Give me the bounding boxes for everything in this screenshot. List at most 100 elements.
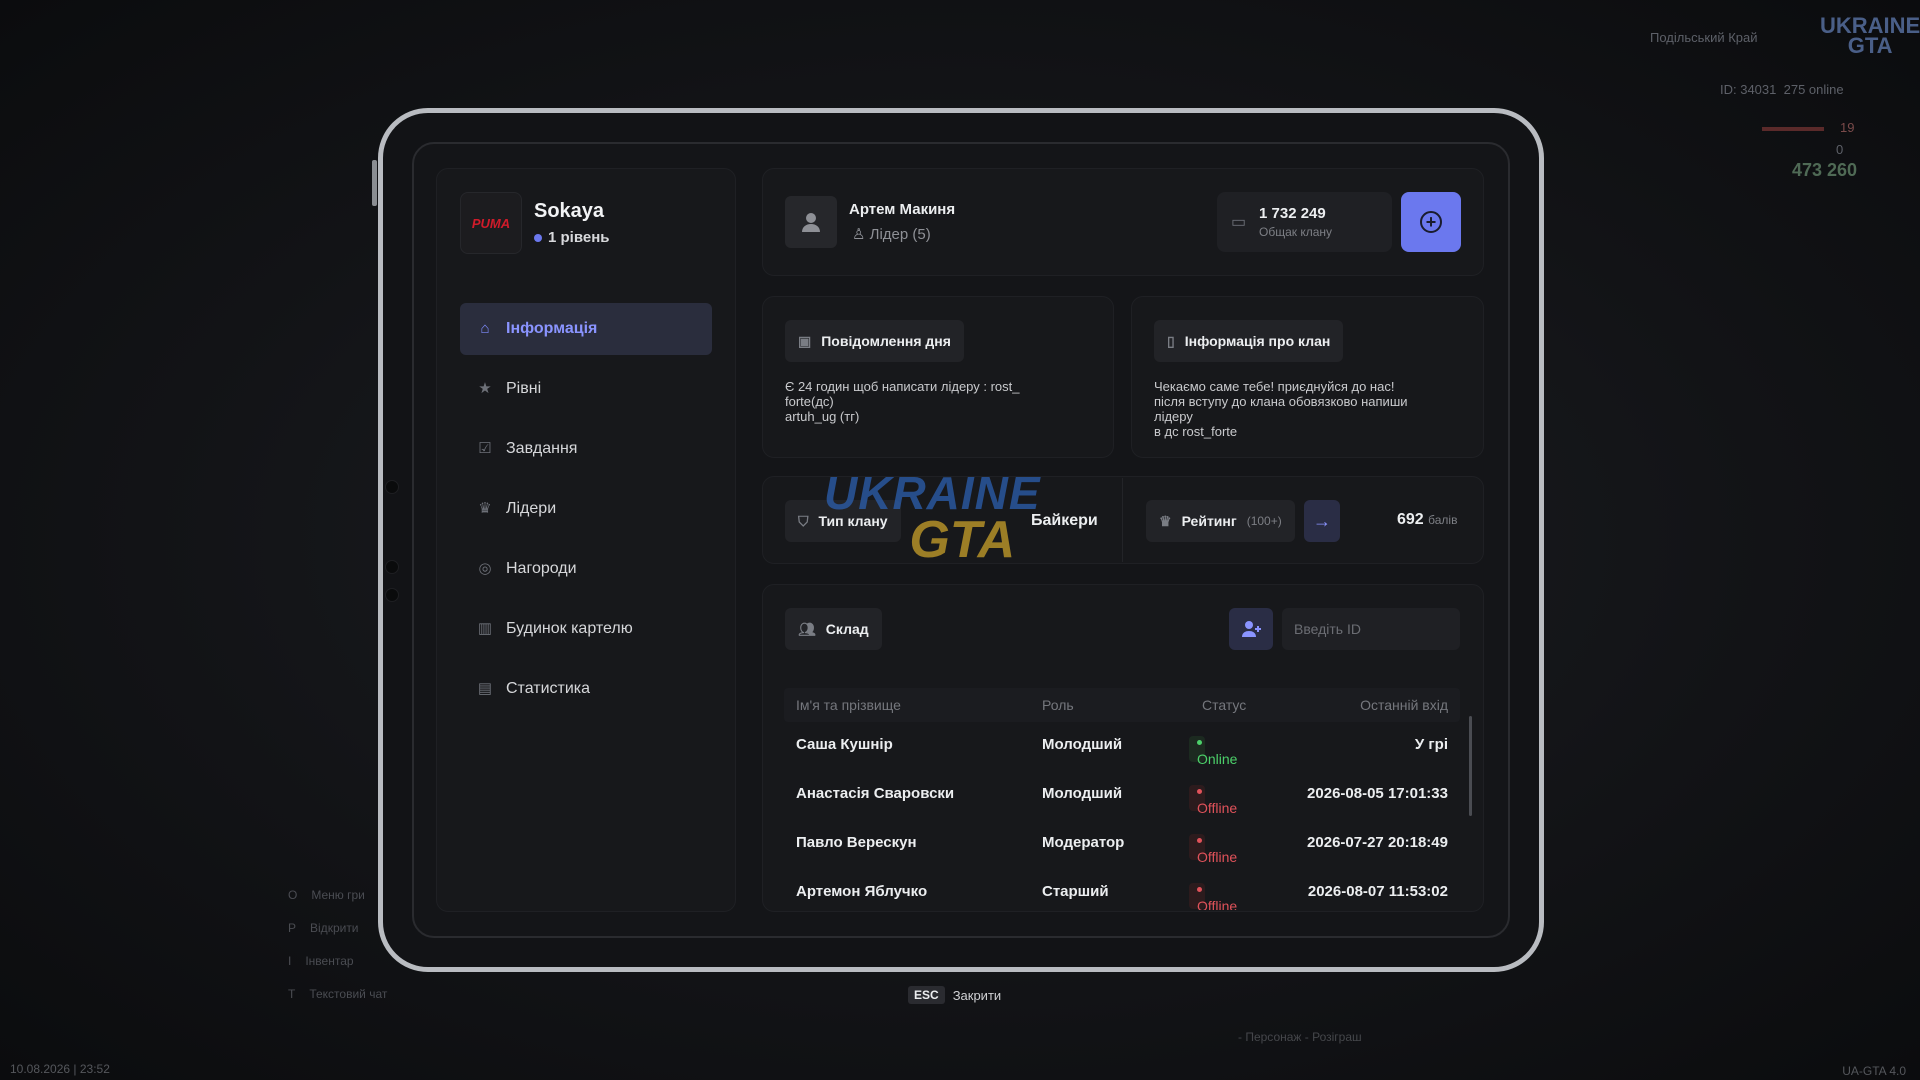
clan-level-text: 1 рівень xyxy=(548,229,610,246)
leader-role-text: Лідер (5) xyxy=(869,226,931,243)
composition-title-chip: 👥︎ Склад xyxy=(785,608,882,650)
health-value: 19 xyxy=(1840,120,1855,135)
arrow-right-icon: → xyxy=(1313,510,1331,531)
sidebar-item-levels[interactable]: ★ Рівні xyxy=(460,363,712,415)
sidebar-item-tasks[interactable]: ☑ Завдання xyxy=(460,423,712,475)
clan-logo: PUMA xyxy=(460,192,522,254)
sidebar-item-cartel-house[interactable]: ▥ Будинок картелю xyxy=(460,603,712,655)
clan-info-text: Чекаємо саме тебе! приєднуйся до нас! пі… xyxy=(1154,379,1408,439)
clan-bank: ▭ 1 732 249 Общак клану xyxy=(1217,192,1392,252)
member-id-input[interactable] xyxy=(1282,608,1460,650)
health-bar xyxy=(1762,127,1824,131)
table-scrollbar[interactable] xyxy=(1469,716,1472,816)
close-label: Закрити xyxy=(952,987,1002,1003)
sidebar-nav: ⌂ Інформація ★ Рівні ☑ Завдання ♛ Лідери… xyxy=(460,303,712,723)
datetime: 10.08.2026 | 23:52 xyxy=(10,1062,110,1076)
table-row[interactable]: Саша Кушнір Молодший Online У грі xyxy=(784,722,1460,771)
member-role: Молодший xyxy=(1042,736,1123,753)
clan-type-value: Байкери xyxy=(1031,512,1098,529)
home-icon: ⌂ xyxy=(480,320,490,337)
checkbox-icon: ☑ xyxy=(478,440,492,457)
sidebar-item-leaders[interactable]: ♛ Лідери xyxy=(460,483,712,535)
medal-icon: ◎ xyxy=(478,560,492,577)
rating-points-unit: балів xyxy=(1428,513,1458,527)
star-icon: ★ xyxy=(478,380,492,397)
rating-arrow-button[interactable]: → xyxy=(1304,500,1340,542)
clan-info-title-chip: ▯ Інформація про клан xyxy=(1154,320,1344,362)
clan-type-chip: ⛉ Тип клану xyxy=(785,500,901,542)
promo-text: - Персонаж - Розіграш xyxy=(1238,1030,1362,1044)
member-name: Павло Верескун xyxy=(796,834,917,851)
clan-type-label: Тип клану xyxy=(818,513,888,529)
member-role: Старший xyxy=(1042,883,1109,900)
online-count: 275 online xyxy=(1783,82,1844,97)
sidebar-item-label: Інформація xyxy=(506,320,598,337)
column-header-status: Статус xyxy=(1202,697,1247,713)
clan-level: 1 рівень xyxy=(534,229,610,246)
motd-title-chip: ▣ Повідомлення дня xyxy=(785,320,964,362)
table-row[interactable]: Артемон Яблучко Старший Offline 2026-08-… xyxy=(784,869,1460,910)
shield-icon: ⛉ xyxy=(798,512,809,529)
leader-name: Артем Макиня xyxy=(849,201,956,218)
deposit-button[interactable]: + xyxy=(1401,192,1461,252)
version: UA-GTA 4.0 xyxy=(1842,1064,1906,1078)
hint-row: P Відкрити xyxy=(288,921,359,935)
member-last-login: 2026-08-07 11:53:02 xyxy=(1307,883,1448,900)
hint-row: T Текстовий чат xyxy=(288,987,388,1001)
camera-dot xyxy=(385,560,399,574)
player-id: ID: 34031 xyxy=(1720,82,1777,97)
close-hint[interactable]: ESC Закрити xyxy=(908,986,1001,1004)
member-last-login: 2026-08-05 17:01:33 xyxy=(1307,785,1448,802)
users-icon: 👥︎ xyxy=(798,620,816,637)
hint-row: I Інвентар xyxy=(288,954,354,968)
member-name: Саша Кушнір xyxy=(796,736,893,753)
crown-icon: ♛ xyxy=(478,500,492,517)
medal-icon: ♙ xyxy=(852,226,866,243)
server-logo: UKRAINE GTA xyxy=(1820,15,1920,57)
sidebar-item-label: Будинок картелю xyxy=(506,620,633,637)
member-last-login: 2026-07-27 20:18:49 xyxy=(1307,834,1448,851)
sidebar-item-info[interactable]: ⌂ Інформація xyxy=(460,303,712,355)
rating-chip: ♛ Рейтинг (100+) xyxy=(1146,500,1295,542)
invite-member-button[interactable] xyxy=(1229,608,1273,650)
composition-title: Склад xyxy=(825,621,869,637)
column-header-name: Ім'я та прізвище xyxy=(796,697,901,713)
armor-value: 0 xyxy=(1836,142,1844,157)
rating-points-value: 692 xyxy=(1397,511,1424,528)
members-table: Саша Кушнір Молодший Online У грі Анаста… xyxy=(784,722,1460,910)
region-label: Подільський Край xyxy=(1650,30,1758,45)
sidebar-item-rewards[interactable]: ◎ Нагороди xyxy=(460,543,712,595)
player-id-line: ID: 34031 275 online xyxy=(1720,82,1844,97)
motd-text: Є 24 годин щоб написати лідеру : rost_ f… xyxy=(785,379,1020,424)
member-name: Анастасія Сваровски xyxy=(796,785,955,802)
member-role: Молодший xyxy=(1042,785,1123,802)
card-divider xyxy=(1122,478,1123,562)
esc-key: ESC xyxy=(908,986,945,1004)
key-hints: O Меню гри P Відкрити I Інвентар T Текстовий… xyxy=(288,888,387,1020)
bank-value: 1 732 249 xyxy=(1259,205,1326,222)
tablet-button xyxy=(372,160,377,206)
column-header-last-login: Останній вхід xyxy=(1360,697,1448,713)
document-icon: ▯ xyxy=(1167,332,1175,349)
table-row[interactable]: Анастасія Сваровски Молодший Offline 202… xyxy=(784,771,1460,820)
member-role: Модератор xyxy=(1042,834,1125,851)
rating-points: 692 балів xyxy=(1397,511,1457,529)
camera-dot xyxy=(385,588,399,602)
camera-dot xyxy=(385,480,399,494)
wallet-icon: ▭ xyxy=(1231,214,1247,231)
level-dot-icon xyxy=(534,233,542,242)
table-row[interactable]: Павло Верескун Модератор Offline 2026-07… xyxy=(784,820,1460,869)
money-value: 473 260 xyxy=(1792,160,1858,180)
sidebar-item-label: Лідери xyxy=(506,500,557,517)
sidebar-item-statistics[interactable]: ▤ Статистика xyxy=(460,663,712,715)
clan-info-title: Інформація про клан xyxy=(1184,333,1331,349)
crown-icon: ♛ xyxy=(1159,512,1172,529)
chart-icon: ▥ xyxy=(477,620,493,637)
store-icon: ▤ xyxy=(477,680,493,697)
rating-label: Рейтинг xyxy=(1181,513,1237,529)
message-icon: ▣ xyxy=(798,332,812,349)
member-last-login: У грі xyxy=(1414,736,1448,753)
sidebar-item-label: Статистика xyxy=(506,680,591,697)
sidebar-item-label: Завдання xyxy=(506,440,578,457)
leader-role: ♙ Лідер (5) xyxy=(852,225,931,243)
